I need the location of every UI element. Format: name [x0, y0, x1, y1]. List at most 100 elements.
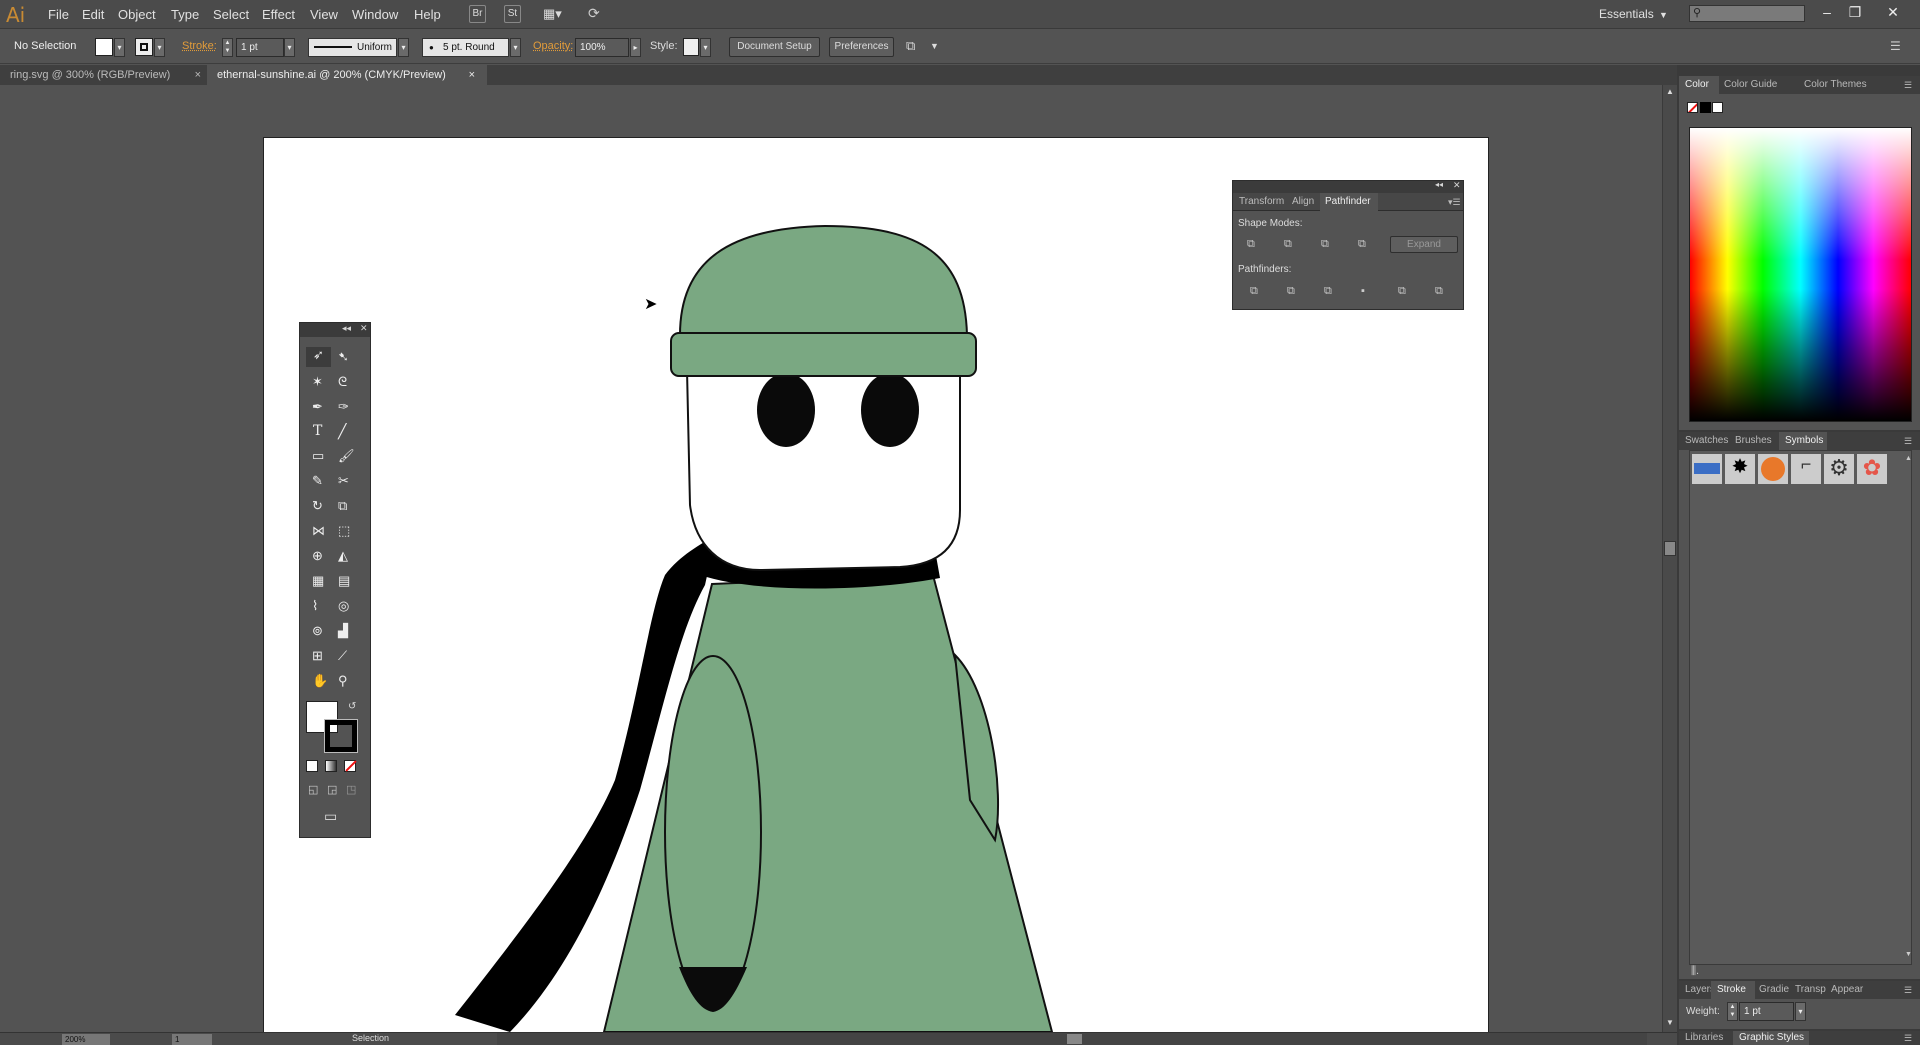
- draw-normal-icon[interactable]: ◱: [308, 783, 318, 796]
- menu-view[interactable]: View: [310, 7, 338, 22]
- panel-menu-icon[interactable]: ▾☰: [1448, 193, 1461, 211]
- perspective-grid-tool-icon[interactable]: ▦: [312, 573, 324, 589]
- menu-window[interactable]: Window: [352, 7, 398, 22]
- minus-back-icon[interactable]: ⧉: [1435, 285, 1449, 299]
- tab-stroke[interactable]: Stroke: [1711, 981, 1755, 999]
- gpu-performance-icon[interactable]: ⟳: [588, 5, 608, 23]
- outline-icon[interactable]: ⧉: [1398, 285, 1412, 299]
- tab-gradient[interactable]: Gradie: [1759, 981, 1793, 999]
- stock-button[interactable]: St: [504, 5, 521, 23]
- horizontal-scrollbar[interactable]: [497, 1033, 1647, 1045]
- close-icon[interactable]: ✕: [360, 323, 368, 334]
- black-color-icon[interactable]: [1700, 102, 1711, 113]
- symbol-sprayer-tool-icon[interactable]: ⊚: [312, 623, 323, 639]
- opacity-field[interactable]: 100%: [575, 38, 629, 57]
- brush-definition[interactable]: ● 5 pt. Round: [422, 38, 509, 57]
- blend-tool-icon[interactable]: ◎: [338, 598, 349, 614]
- stroke-weight-field[interactable]: 1 pt: [236, 38, 284, 57]
- search-input[interactable]: ⚲: [1689, 5, 1805, 22]
- stroke-swatch[interactable]: [135, 38, 153, 56]
- style-dropdown[interactable]: ▾: [700, 38, 711, 57]
- document-setup-button[interactable]: Document Setup: [729, 37, 820, 57]
- menu-select[interactable]: Select: [213, 7, 249, 22]
- weight-dropdown[interactable]: ▾: [1795, 1002, 1806, 1021]
- crop-icon[interactable]: ▪: [1361, 285, 1375, 299]
- close-icon[interactable]: ✕: [1453, 180, 1461, 191]
- tab-color-themes[interactable]: Color Themes: [1804, 76, 1874, 94]
- draw-behind-icon[interactable]: ◲: [327, 783, 337, 796]
- panel-menu-icon[interactable]: ☰: [1904, 76, 1912, 94]
- fill-swatch[interactable]: [95, 38, 113, 56]
- symbol-splatter[interactable]: ✸: [1725, 454, 1755, 484]
- scroll-up-icon[interactable]: ▲: [1666, 87, 1674, 96]
- tab-swatches[interactable]: Swatches: [1679, 432, 1731, 450]
- menu-help[interactable]: Help: [414, 7, 441, 22]
- column-graph-tool-icon[interactable]: ▟: [338, 623, 348, 639]
- stroke-label[interactable]: Stroke:: [182, 40, 217, 52]
- scroll-up-icon[interactable]: ▲: [1905, 455, 1912, 462]
- tab-symbols[interactable]: Symbols: [1779, 432, 1827, 450]
- swap-colors-icon[interactable]: ↺: [348, 701, 356, 712]
- tab-layers[interactable]: Layers: [1679, 981, 1715, 999]
- magic-wand-tool-icon[interactable]: ✶: [312, 374, 323, 390]
- scale-tool-icon[interactable]: ⧉: [338, 498, 347, 514]
- symbol-orange-button[interactable]: [1758, 454, 1788, 484]
- tab-graphic-styles[interactable]: Graphic Styles: [1733, 1031, 1809, 1045]
- dock-header[interactable]: [1679, 65, 1920, 76]
- weight-field[interactable]: 1 pt: [1739, 1002, 1794, 1021]
- slice-tool-icon[interactable]: ⟋: [338, 648, 347, 664]
- shape-builder-tool-icon[interactable]: ⊕: [312, 548, 323, 564]
- scissors-tool-icon[interactable]: ✂: [338, 473, 349, 489]
- tab-libraries[interactable]: Libraries: [1679, 1031, 1729, 1045]
- tab-color-guide[interactable]: Color Guide: [1724, 76, 1792, 94]
- menu-type[interactable]: Type: [171, 7, 199, 22]
- panel-menu-icon[interactable]: ☰: [1904, 432, 1912, 450]
- isolate-object-icon[interactable]: ⧉: [906, 38, 915, 54]
- bridge-button[interactable]: Br: [469, 5, 486, 23]
- stroke-weight-dropdown[interactable]: ▾: [284, 38, 295, 57]
- panel-menu-icon[interactable]: ☰: [1890, 39, 1901, 53]
- close-icon[interactable]: ×: [469, 65, 475, 85]
- pen-tool-icon[interactable]: ✒: [312, 399, 323, 415]
- artboard-tool-icon[interactable]: ⊞: [312, 648, 323, 664]
- graphic-style-swatch[interactable]: [683, 38, 699, 56]
- zoom-tool-icon[interactable]: ⚲: [338, 673, 348, 689]
- selection-tool-icon[interactable]: ➶: [306, 347, 331, 367]
- fill-dropdown[interactable]: ▾: [114, 38, 125, 57]
- arrange-documents-icon[interactable]: ▦▾: [543, 6, 569, 22]
- stroke-color-swatch[interactable]: [324, 719, 358, 753]
- exclude-icon[interactable]: ⧉: [1358, 238, 1372, 252]
- direct-selection-tool-icon[interactable]: ➷: [338, 349, 349, 365]
- white-color-icon[interactable]: [1712, 102, 1723, 113]
- menu-object[interactable]: Object: [118, 7, 156, 22]
- opacity-label[interactable]: Opacity:: [533, 40, 573, 52]
- rectangle-tool-icon[interactable]: ▭: [312, 448, 324, 464]
- workspace-switcher[interactable]: Essentials: [1599, 7, 1654, 21]
- scroll-thumb[interactable]: [1664, 541, 1676, 556]
- artboard-number-field[interactable]: 1: [172, 1034, 212, 1045]
- hand-tool-icon[interactable]: ✋: [312, 673, 328, 689]
- vertical-scrollbar[interactable]: ▲ ▼: [1662, 85, 1677, 1032]
- screen-mode-icon[interactable]: ▭: [324, 808, 337, 825]
- divide-icon[interactable]: ⧉: [1250, 285, 1264, 299]
- preferences-button[interactable]: Preferences: [829, 37, 894, 57]
- collapse-icon[interactable]: ◂◂: [342, 323, 351, 334]
- symbol-blue-banner[interactable]: [1692, 454, 1722, 484]
- draw-inside-icon[interactable]: ◳: [346, 783, 356, 796]
- panel-menu-icon[interactable]: ☰: [1904, 1031, 1912, 1045]
- gradient-mode-icon[interactable]: [325, 760, 337, 772]
- chevron-down-icon[interactable]: ▼: [930, 41, 939, 51]
- symbol-gear-ring[interactable]: ⚙: [1824, 454, 1854, 484]
- stroke-dropdown[interactable]: ▾: [154, 38, 165, 57]
- menu-edit[interactable]: Edit: [82, 7, 104, 22]
- canvas-area[interactable]: ➤ ◂◂ ✕ ➶ ➷ ✶ ᘓ ✒ ✑ T ╱ ▭ 🖌︎ ✎ ✂ ↻ ⧉ ⋈ ⬚ …: [0, 85, 1662, 1032]
- scroll-down-icon[interactable]: ▼: [1666, 1018, 1674, 1027]
- opacity-arrow[interactable]: ▸: [630, 38, 641, 57]
- minus-front-icon[interactable]: ⧉: [1284, 238, 1298, 252]
- restore-icon[interactable]: ❐: [1845, 4, 1865, 21]
- tab-pathfinder[interactable]: Pathfinder: [1320, 193, 1378, 211]
- tools-panel-header[interactable]: ◂◂ ✕: [300, 323, 370, 337]
- color-mode-icon[interactable]: [306, 760, 318, 772]
- current-tool-status[interactable]: Selection: [352, 1033, 389, 1043]
- type-tool-icon[interactable]: T: [313, 423, 322, 439]
